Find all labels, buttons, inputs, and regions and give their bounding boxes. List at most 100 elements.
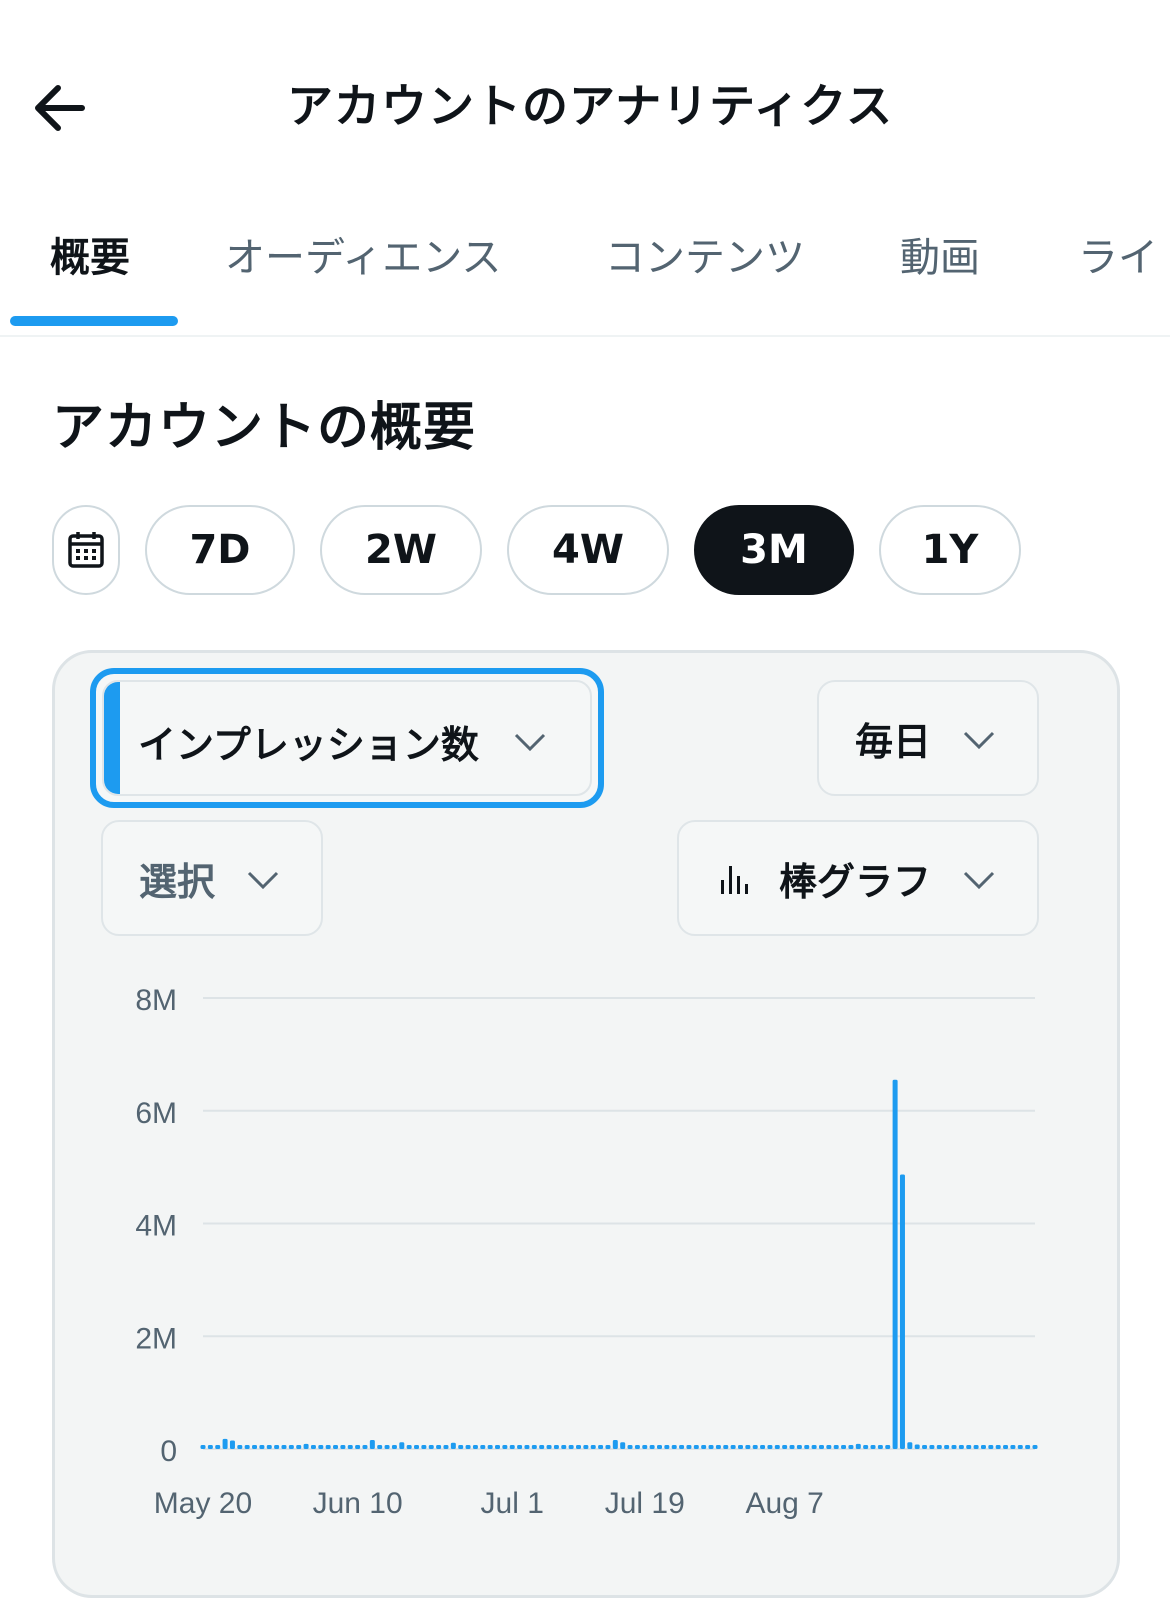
bar[interactable] <box>612 1439 618 1449</box>
bar[interactable] <box>708 1445 714 1449</box>
bar[interactable] <box>553 1445 559 1449</box>
bar[interactable] <box>369 1439 375 1449</box>
tab-overview[interactable]: 概要 <box>50 225 130 283</box>
bar[interactable] <box>539 1445 545 1449</box>
bar[interactable] <box>980 1445 986 1449</box>
calendar-button[interactable] <box>52 505 120 595</box>
bar[interactable] <box>465 1445 471 1449</box>
tab-video[interactable]: 動画 <box>900 225 980 283</box>
bar[interactable] <box>656 1445 662 1449</box>
bar[interactable] <box>701 1445 707 1449</box>
bar[interactable] <box>737 1445 743 1449</box>
bar[interactable] <box>966 1445 972 1449</box>
bar[interactable] <box>973 1445 979 1449</box>
bar[interactable] <box>274 1445 280 1449</box>
range-1y[interactable]: 1Y <box>879 505 1021 595</box>
bar[interactable] <box>207 1445 213 1449</box>
bar[interactable] <box>362 1445 368 1449</box>
bar[interactable] <box>288 1445 294 1449</box>
bar[interactable] <box>568 1445 574 1449</box>
bar[interactable] <box>303 1443 309 1449</box>
bar[interactable] <box>414 1445 420 1449</box>
bar[interactable] <box>391 1445 397 1449</box>
bar[interactable] <box>259 1445 265 1449</box>
bar[interactable] <box>870 1445 876 1449</box>
bar[interactable] <box>406 1445 412 1449</box>
bar[interactable] <box>598 1445 604 1449</box>
bar[interactable] <box>723 1445 729 1449</box>
bar[interactable] <box>229 1440 235 1449</box>
bar[interactable] <box>885 1445 891 1449</box>
bar[interactable] <box>664 1445 670 1449</box>
bar[interactable] <box>450 1442 456 1449</box>
bar[interactable] <box>487 1445 493 1449</box>
bar[interactable] <box>281 1445 287 1449</box>
bar[interactable] <box>480 1445 486 1449</box>
bar[interactable] <box>421 1445 427 1449</box>
bar[interactable] <box>237 1445 243 1449</box>
bar[interactable] <box>936 1445 942 1449</box>
bar[interactable] <box>333 1445 339 1449</box>
bar[interactable] <box>318 1445 324 1449</box>
bar[interactable] <box>848 1445 854 1449</box>
tab-audience[interactable]: オーディエンス <box>225 225 501 283</box>
bar[interactable] <box>877 1445 883 1449</box>
bar[interactable] <box>914 1444 920 1449</box>
tab-live[interactable]: ライ <box>1078 225 1158 283</box>
bar[interactable] <box>524 1445 530 1449</box>
bar[interactable] <box>988 1445 994 1449</box>
bar[interactable] <box>841 1445 847 1449</box>
bar[interactable] <box>399 1442 405 1449</box>
bar[interactable] <box>929 1445 935 1449</box>
bar[interactable] <box>340 1445 346 1449</box>
bar[interactable] <box>325 1445 331 1449</box>
bar[interactable] <box>642 1445 648 1449</box>
bar[interactable] <box>1032 1445 1038 1449</box>
range-7d[interactable]: 7D <box>145 505 295 595</box>
bar[interactable] <box>855 1443 861 1449</box>
bar[interactable] <box>436 1445 442 1449</box>
bar[interactable] <box>1025 1445 1031 1449</box>
bar[interactable] <box>509 1445 515 1449</box>
bar[interactable] <box>863 1445 869 1449</box>
bar[interactable] <box>899 1174 905 1449</box>
bar[interactable] <box>752 1445 758 1449</box>
bar[interactable] <box>200 1445 206 1449</box>
bar[interactable] <box>958 1445 964 1449</box>
bar[interactable] <box>944 1445 950 1449</box>
bar[interactable] <box>907 1442 913 1449</box>
bar[interactable] <box>310 1445 316 1449</box>
bar[interactable] <box>1010 1445 1016 1449</box>
bar[interactable] <box>347 1445 353 1449</box>
bar[interactable] <box>789 1445 795 1449</box>
bar[interactable] <box>715 1445 721 1449</box>
bar[interactable] <box>266 1445 272 1449</box>
bar[interactable] <box>384 1445 390 1449</box>
bar[interactable] <box>458 1445 464 1449</box>
bar[interactable] <box>244 1445 250 1449</box>
tab-content[interactable]: コンテンツ <box>605 225 805 283</box>
bar[interactable] <box>472 1445 478 1449</box>
bar[interactable] <box>760 1445 766 1449</box>
bar[interactable] <box>620 1442 626 1449</box>
bar[interactable] <box>693 1445 699 1449</box>
bar[interactable] <box>627 1445 633 1449</box>
bar[interactable] <box>826 1445 832 1449</box>
bar[interactable] <box>296 1445 302 1449</box>
bar[interactable] <box>951 1445 957 1449</box>
bar[interactable] <box>892 1079 898 1449</box>
bar[interactable] <box>517 1445 523 1449</box>
bar[interactable] <box>796 1445 802 1449</box>
bar[interactable] <box>495 1445 501 1449</box>
bar[interactable] <box>649 1445 655 1449</box>
bar[interactable] <box>634 1445 640 1449</box>
bar[interactable] <box>1017 1445 1023 1449</box>
bar[interactable] <box>531 1445 537 1449</box>
bar[interactable] <box>804 1445 810 1449</box>
bar[interactable] <box>355 1445 361 1449</box>
bar[interactable] <box>671 1445 677 1449</box>
bar[interactable] <box>502 1445 508 1449</box>
bar[interactable] <box>252 1445 258 1449</box>
bar[interactable] <box>428 1445 434 1449</box>
bar[interactable] <box>443 1445 449 1449</box>
